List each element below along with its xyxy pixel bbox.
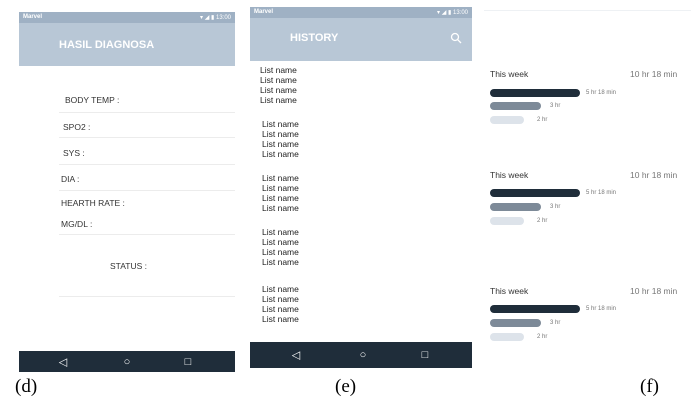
system-navbar: ◁ ○ □: [19, 351, 235, 372]
carrier-label: Marvel: [23, 14, 43, 20]
field-spo2: SPO2 :: [63, 122, 91, 132]
usage-bar-label: 2 hr: [537, 334, 548, 340]
page-title: HASIL DIAGNOSA: [59, 39, 155, 51]
field-hearth-rate: HEARTH RATE :: [61, 198, 125, 208]
signal-battery-icon: ▾ ◢ ▮: [437, 10, 452, 16]
list-item[interactable]: List name: [262, 183, 299, 193]
usage-bar-label: 3 hr: [550, 103, 561, 109]
phone-screen-history: Marvel ▾ ◢ ▮ 13:00 HISTORY List name Lis…: [250, 7, 472, 368]
list-item[interactable]: List name: [262, 284, 299, 294]
list-item[interactable]: List name: [262, 227, 299, 237]
section-total: 10 hr 18 min: [630, 286, 678, 296]
clock-label: 13:00: [452, 10, 468, 16]
section-title: This week: [490, 170, 529, 180]
usage-bar-label: 3 hr: [550, 204, 561, 210]
list-item[interactable]: List name: [262, 203, 299, 213]
list-item[interactable]: List name: [262, 173, 299, 183]
field-mg-dl: MG/DL :: [61, 219, 93, 229]
list-item[interactable]: List name: [260, 95, 297, 105]
usage-bar: [490, 319, 541, 327]
field-sys: SYS :: [63, 148, 85, 158]
row-divider: [59, 112, 235, 113]
list-item[interactable]: List name: [260, 65, 297, 75]
usage-bar-label: 5 hr 18 min: [586, 90, 617, 96]
system-navbar: ◁ ○ □: [250, 342, 472, 368]
row-divider: [59, 137, 235, 138]
list-item[interactable]: List name: [262, 129, 299, 139]
caption-e: (e): [335, 376, 357, 397]
search-icon[interactable]: [450, 32, 462, 44]
usage-bar: [490, 189, 580, 197]
usage-bar: [490, 333, 524, 341]
usage-bar: [490, 217, 524, 225]
clock-label: 13:00: [215, 15, 231, 21]
status-bar: Marvel ▾ ◢ ▮ 13:00: [19, 12, 235, 23]
field-dia: DIA :: [61, 174, 80, 184]
field-body-temp: BODY TEMP :: [65, 95, 120, 105]
recent-apps-icon[interactable]: □: [422, 349, 429, 361]
status-icons: ▾ ◢ ▮ 13:00: [437, 9, 468, 16]
usage-bar-label: 5 hr 18 min: [586, 190, 617, 196]
status-icons: ▾ ◢ ▮ 13:00: [200, 14, 231, 21]
usage-stats-panel: This week 10 hr 18 min 5 hr 18 min 3 hr …: [484, 10, 691, 370]
section-total: 10 hr 18 min: [630, 170, 678, 180]
usage-bar-label: 3 hr: [550, 320, 561, 326]
row-divider: [59, 190, 235, 191]
signal-battery-icon: ▾ ◢ ▮: [200, 15, 215, 21]
list-item[interactable]: List name: [262, 304, 299, 314]
field-status: STATUS :: [110, 261, 147, 271]
usage-bar-label: 5 hr 18 min: [586, 306, 617, 312]
list-item[interactable]: List name: [262, 247, 299, 257]
list-item[interactable]: List name: [262, 193, 299, 203]
home-icon[interactable]: ○: [360, 349, 367, 361]
row-divider: [59, 296, 235, 297]
page-title: HISTORY: [290, 32, 339, 44]
phone-screen-diagnosa: Marvel ▾ ◢ ▮ 13:00 HASIL DIAGNOSA BODY T…: [19, 12, 235, 372]
row-divider: [59, 164, 235, 165]
status-bar: Marvel ▾ ◢ ▮ 13:00: [250, 7, 472, 18]
list-item[interactable]: List name: [262, 314, 299, 324]
list-item[interactable]: List name: [262, 257, 299, 267]
usage-bar: [490, 102, 541, 110]
app-bar: HASIL DIAGNOSA: [19, 23, 235, 66]
usage-bar-label: 2 hr: [537, 117, 548, 123]
home-icon[interactable]: ○: [124, 356, 131, 368]
list-item[interactable]: List name: [262, 119, 299, 129]
section-title: This week: [490, 286, 529, 296]
caption-d: (d): [15, 376, 38, 397]
back-icon[interactable]: ◁: [292, 349, 300, 362]
recent-apps-icon[interactable]: □: [185, 356, 192, 368]
list-item[interactable]: List name: [260, 85, 297, 95]
usage-bar: [490, 116, 524, 124]
app-bar: HISTORY: [250, 18, 472, 61]
top-divider: [484, 10, 691, 11]
list-item[interactable]: List name: [262, 139, 299, 149]
usage-bar: [490, 203, 541, 211]
usage-bar-label: 2 hr: [537, 218, 548, 224]
usage-bar: [490, 305, 580, 313]
list-item[interactable]: List name: [260, 75, 297, 85]
carrier-label: Marvel: [254, 9, 274, 15]
list-item[interactable]: List name: [262, 237, 299, 247]
back-icon[interactable]: ◁: [59, 355, 67, 368]
row-divider: [59, 234, 235, 235]
list-item[interactable]: List name: [262, 294, 299, 304]
section-total: 10 hr 18 min: [630, 69, 678, 79]
usage-bar: [490, 89, 580, 97]
caption-f: (f): [640, 376, 659, 397]
list-item[interactable]: List name: [262, 149, 299, 159]
section-title: This week: [490, 69, 529, 79]
